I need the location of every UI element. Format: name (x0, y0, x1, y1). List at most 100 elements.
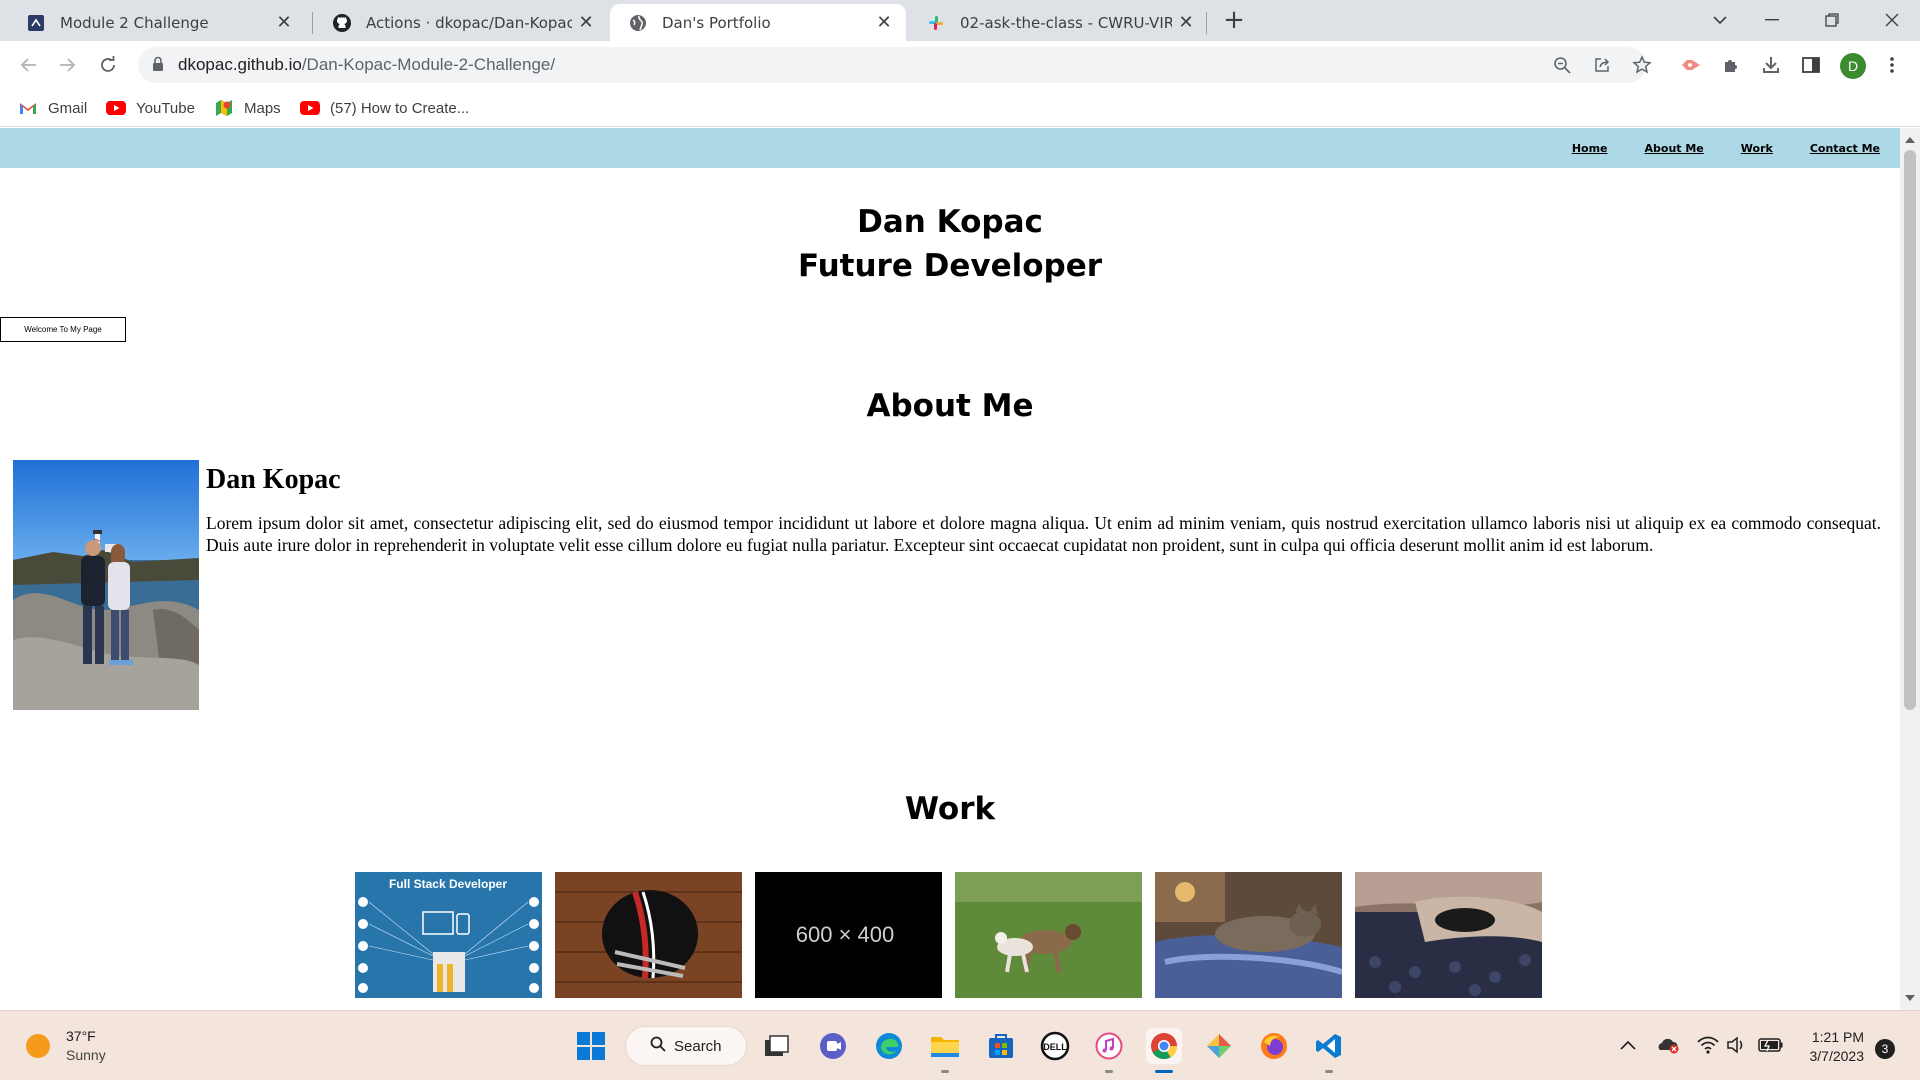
tab-separator (1206, 12, 1207, 34)
welcome-button[interactable]: Welcome To My Page (0, 317, 126, 342)
nav-contact-link[interactable]: Contact Me (1810, 142, 1880, 155)
bookmark-youtube[interactable]: YouTube (106, 95, 195, 121)
chrome-icon[interactable] (1146, 1028, 1182, 1064)
new-tab-button[interactable]: + (1220, 5, 1248, 35)
battery-icon[interactable] (1758, 1033, 1784, 1057)
notification-badge[interactable]: 3 (1875, 1039, 1895, 1059)
wifi-icon[interactable] (1696, 1033, 1720, 1057)
about-name: Dan Kopac (206, 464, 341, 495)
url-text: dkopac.github.io/Dan-Kopac-Module-2-Chal… (178, 47, 555, 83)
tab-github-actions[interactable]: Actions · dkopac/Dan-Kopac-Mo ✕ (314, 4, 608, 41)
slack-icon (926, 13, 946, 33)
weather-condition: Sunny (66, 1047, 106, 1063)
browser-toolbar: dkopac.github.io/Dan-Kopac-Module-2-Chal… (0, 41, 1920, 89)
clock-time: 1:21 PM (1811, 1029, 1864, 1045)
side-panel-icon[interactable] (1795, 49, 1827, 81)
weather-widget[interactable]: 37°F Sunny (26, 1027, 106, 1065)
close-icon[interactable]: ✕ (1172, 9, 1200, 37)
reload-button[interactable] (92, 49, 124, 81)
search-icon (650, 1036, 666, 1056)
weather-temperature: 37°F (66, 1028, 96, 1044)
module-icon (26, 13, 46, 33)
hero-title: Dan Kopac Future Developer (0, 200, 1900, 288)
firefox-icon[interactable] (1256, 1028, 1292, 1064)
bookmark-gmail[interactable]: Gmail (18, 95, 87, 121)
youtube-icon (106, 100, 126, 116)
start-button[interactable] (573, 1028, 609, 1064)
url-path: /Dan-Kopac-Module-2-Challenge/ (301, 55, 556, 74)
extension-icon[interactable] (1675, 49, 1707, 81)
tab-separator (312, 12, 313, 34)
nav-home-link[interactable]: Home (1572, 142, 1608, 155)
edge-icon[interactable] (871, 1028, 907, 1064)
site-header: Home About Me Work Contact Me (0, 128, 1900, 168)
sun-icon (26, 1034, 50, 1058)
restore-button[interactable] (1806, 0, 1858, 40)
itunes-icon[interactable] (1091, 1028, 1127, 1064)
nav-about-link[interactable]: About Me (1645, 142, 1704, 155)
onedrive-offline-icon[interactable] (1656, 1033, 1680, 1057)
teams-chat-icon[interactable] (815, 1028, 851, 1064)
bookmark-label: Gmail (48, 99, 88, 117)
dell-icon[interactable]: DELL (1037, 1028, 1073, 1064)
close-icon[interactable]: ✕ (870, 9, 898, 37)
puzzle-icon[interactable] (1715, 49, 1747, 81)
download-icon[interactable] (1755, 49, 1787, 81)
zoom-icon[interactable] (1546, 49, 1578, 81)
profile-avatar[interactable]: D (1840, 53, 1866, 79)
close-icon[interactable]: ✕ (270, 9, 298, 37)
tab-search-chevron-icon[interactable] (1694, 0, 1746, 40)
globe-icon (628, 13, 648, 33)
bookmark-label: (57) How to Create... (330, 99, 470, 117)
bookmark-maps[interactable]: Maps (214, 95, 281, 121)
scroll-down-arrow-icon[interactable] (1900, 990, 1920, 1006)
page-scrollbar[interactable] (1900, 128, 1920, 1010)
page-viewport: Home About Me Work Contact Me Dan Kopac … (0, 128, 1900, 1010)
work-gallery: Full Stack Developer 600 × 400 (355, 872, 1542, 998)
hero-name: Dan Kopac (857, 204, 1043, 240)
close-window-button[interactable] (1866, 0, 1918, 40)
forward-button[interactable] (52, 49, 84, 81)
share-icon[interactable] (1586, 49, 1618, 81)
work-item-dogs[interactable] (955, 872, 1142, 998)
work-item-caption: 600 × 400 (796, 922, 894, 947)
work-item-dog-bed[interactable] (1355, 872, 1542, 998)
about-section-title: About Me (866, 388, 1034, 424)
scrollbar-thumb[interactable] (1904, 150, 1916, 710)
browser-tab-strip: Module 2 Challenge ✕ Actions · dkopac/Da… (0, 0, 1920, 41)
file-explorer-icon[interactable] (927, 1028, 963, 1064)
tab-title: 02-ask-the-class - CWRU-VIRT-F: (960, 13, 1172, 32)
bookmark-how-to-create[interactable]: (57) How to Create... (300, 95, 469, 121)
work-item-placeholder[interactable]: 600 × 400 (755, 872, 942, 998)
microsoft-store-icon[interactable] (983, 1028, 1019, 1064)
work-item-full-stack[interactable]: Full Stack Developer (355, 872, 542, 998)
work-item-helmet[interactable] (555, 872, 742, 998)
tab-title: Dan's Portfolio (662, 13, 771, 32)
gitkraken-icon[interactable] (1201, 1028, 1237, 1064)
menu-kebab-icon[interactable] (1876, 49, 1908, 81)
scroll-up-arrow-icon[interactable] (1900, 132, 1920, 148)
youtube-icon (300, 100, 320, 116)
about-photo (13, 460, 199, 710)
taskbar-clock[interactable]: 1:21 PM 3/7/2023 (1790, 1028, 1865, 1066)
minimize-button[interactable] (1746, 0, 1798, 40)
tray-chevron-up-icon[interactable] (1618, 1033, 1638, 1057)
nav-work-link[interactable]: Work (1741, 142, 1773, 155)
work-item-cat[interactable] (1155, 872, 1342, 998)
lock-icon[interactable] (152, 56, 164, 76)
tab-slack[interactable]: 02-ask-the-class - CWRU-VIRT-F: ✕ (908, 4, 1208, 41)
close-icon[interactable]: ✕ (572, 9, 600, 37)
svg-text:DELL: DELL (1043, 1042, 1067, 1052)
running-indicator (941, 1070, 949, 1073)
taskbar-search[interactable]: Search (625, 1026, 747, 1066)
volume-icon[interactable] (1726, 1033, 1748, 1057)
address-bar[interactable]: dkopac.github.io/Dan-Kopac-Module-2-Chal… (138, 47, 1652, 83)
back-button[interactable] (12, 49, 44, 81)
bookmark-label: YouTube (136, 99, 195, 117)
vscode-icon[interactable] (1311, 1028, 1347, 1064)
bookmark-star-icon[interactable] (1626, 49, 1658, 81)
task-view-icon[interactable] (759, 1028, 795, 1064)
search-label: Search (674, 1037, 722, 1055)
tab-module-2-challenge[interactable]: Module 2 Challenge ✕ (8, 4, 306, 41)
tab-dans-portfolio[interactable]: Dan's Portfolio ✕ (610, 4, 906, 41)
